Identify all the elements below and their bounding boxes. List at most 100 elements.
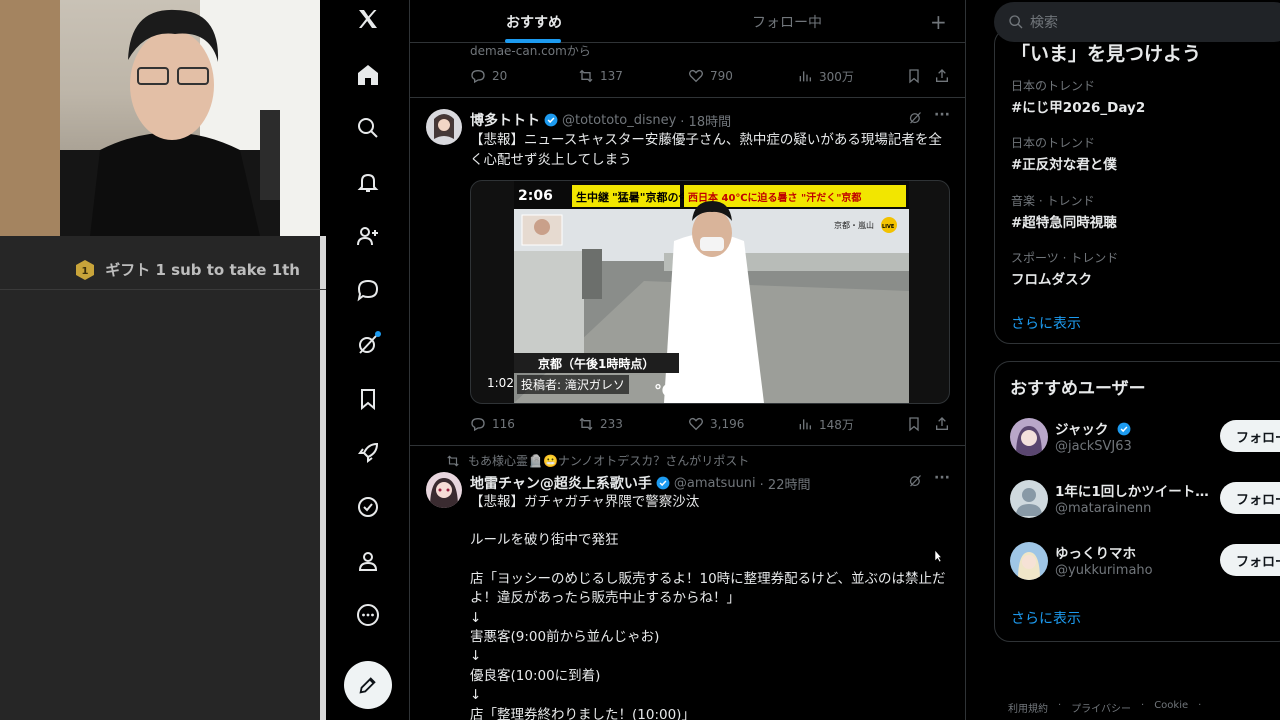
more-icon[interactable] — [355, 602, 381, 628]
more-options-icon[interactable]: ··· — [934, 107, 950, 123]
message-icon[interactable] — [355, 277, 381, 303]
default-avatar[interactable] — [1010, 480, 1048, 518]
post-divider — [410, 445, 965, 446]
svg-text:2:06: 2:06 — [518, 188, 553, 204]
trend-item[interactable]: 日本のトレンド #にじ甲2026_Day2 — [1011, 77, 1145, 116]
avatar[interactable] — [426, 109, 462, 145]
home-icon[interactable] — [355, 62, 381, 88]
add-user-icon[interactable] — [355, 223, 381, 249]
like-button[interactable]: 790 — [688, 68, 733, 84]
suggested-user[interactable]: ゆっくりマホ @yukkurimaho フォロー — [1010, 542, 1280, 582]
who-to-follow-panel: おすすめユーザー ジャック @jackSVJ63 フォロー 1年に1回しかツイー… — [994, 361, 1280, 642]
post-text: 【悲報】ガチャガチャ界隈で警察沙汰 ルールを破り街中で発狂 店「ヨッシーのめじる… — [470, 493, 954, 720]
follow-button[interactable]: フォロー — [1220, 420, 1280, 452]
tab-for-you[interactable]: おすすめ — [505, 0, 562, 43]
like-count: 3,196 — [710, 417, 745, 431]
who-to-follow-show-more[interactable]: さらに表示 — [1011, 608, 1081, 628]
tab-following[interactable]: フォロー中 — [752, 0, 822, 43]
trend-tag: #正反対な君と僕 — [1011, 157, 1117, 173]
link-source: demae-can.comから — [470, 44, 591, 58]
compose-button[interactable] — [344, 661, 392, 709]
rocket-icon[interactable] — [355, 440, 381, 466]
cookie-link[interactable]: Cookie — [1154, 700, 1188, 715]
post-text-line: ↓ — [470, 609, 482, 626]
video-frame: 2:06 生中継 "猛暑"京都の今 西日本 40℃に迫る暑さ "汗だく"京都 京… — [514, 181, 909, 403]
like-count: 790 — [710, 69, 733, 83]
views-icon — [799, 419, 811, 430]
terms-link[interactable]: 利用規約 — [1008, 700, 1048, 715]
share-button[interactable] — [934, 68, 956, 84]
author-handle[interactable]: @totototo_disney — [562, 113, 676, 128]
follow-button[interactable]: フォロー — [1220, 544, 1280, 576]
avatar[interactable] — [1010, 542, 1048, 580]
views-button[interactable]: 300万 — [797, 68, 854, 85]
search-icon[interactable] — [355, 115, 381, 141]
more-options-icon[interactable]: ··· — [934, 470, 950, 486]
trend-tag: #にじ甲2026_Day2 — [1011, 100, 1146, 116]
grok-explain-icon[interactable] — [908, 473, 923, 492]
bookmark-icon[interactable] — [355, 386, 381, 412]
gift-text: ギフト 1 sub to take 1th — [105, 261, 300, 279]
post-header: 博多トトト @totototo_disney · 18時間 — [470, 110, 731, 130]
avatar[interactable] — [426, 472, 462, 508]
trends-panel: 「いま」を見つけよう 日本のトレンド #にじ甲2026_Day2 日本のトレンド… — [994, 28, 1280, 344]
search-icon — [1009, 15, 1023, 29]
author-name[interactable]: 地雷チャン@超炎上系歌い手 — [470, 473, 652, 493]
view-count: 300万 — [819, 69, 854, 84]
trends-show-more[interactable]: さらに表示 — [1011, 313, 1081, 333]
svg-text:"猛暑"京都の今: "猛暑"京都の今 — [612, 190, 690, 204]
like-button[interactable]: 3,196 — [688, 416, 744, 432]
repost-count: 233 — [600, 417, 623, 431]
views-button[interactable]: 148万 — [797, 416, 854, 433]
author-name[interactable]: 博多トトト — [470, 110, 540, 130]
profile-icon[interactable] — [355, 548, 381, 574]
grok-icon[interactable] — [355, 331, 381, 357]
bookmark-button[interactable] — [906, 68, 928, 84]
video-duration: 1:02 — [487, 376, 514, 390]
gift-banner: 1 ギフト 1 sub to take 1th — [0, 250, 326, 290]
post-time[interactable]: · 18時間 — [680, 111, 731, 130]
compose-icon — [359, 677, 376, 694]
trend-item[interactable]: 音楽 · トレンド #超特急同時視聴 — [1011, 192, 1117, 231]
reply-button[interactable]: 20 — [470, 68, 507, 84]
search-input[interactable]: 検索 — [994, 2, 1280, 42]
post-text-line: 害悪客(9:00前から並んじゃお) — [470, 629, 660, 646]
reply-button[interactable]: 116 — [470, 416, 515, 432]
repost-by-text[interactable]: もあ様心霊🪦😬ナンノオトデスカ？さんがリポスト — [468, 452, 749, 469]
video-player[interactable]: 2:06 生中継 "猛暑"京都の今 西日本 40℃に迫る暑さ "汗だく"京都 京… — [470, 180, 950, 404]
trends-title: 「いま」を見つけよう — [1011, 43, 1202, 65]
suggested-user[interactable]: 1年に1回しかツイート… @matarainenn フォロー — [1010, 480, 1280, 520]
streamer-figure — [60, 9, 280, 236]
trend-category: 日本のトレンド — [1011, 79, 1096, 93]
grok-explain-icon[interactable] — [908, 110, 923, 129]
views-icon — [799, 71, 811, 82]
active-tab-underline — [505, 39, 561, 43]
post-text-line: 【悲報】ガチャガチャ界隈で警察沙汰 — [470, 494, 700, 510]
trend-tag: #超特急同時視聴 — [1011, 215, 1117, 231]
bookmark-button[interactable] — [906, 416, 928, 432]
primary-nav — [326, 0, 410, 720]
trend-item[interactable]: スポーツ · トレンド フロムダスク — [1011, 249, 1118, 288]
verified-icon[interactable] — [355, 494, 381, 520]
suggested-user[interactable]: ジャック @jackSVJ63 フォロー — [1010, 418, 1280, 458]
x-logo-icon[interactable] — [355, 6, 381, 32]
privacy-link[interactable]: プライバシー — [1071, 700, 1131, 715]
repost-icon — [579, 417, 593, 431]
add-tab-label: + — [930, 9, 947, 34]
repost-button[interactable]: 137 — [578, 68, 623, 84]
verified-badge-icon — [1117, 422, 1131, 436]
add-tab-button[interactable]: + — [930, 0, 947, 43]
bell-icon[interactable] — [355, 169, 381, 195]
follow-button[interactable]: フォロー — [1220, 482, 1280, 514]
reply-count: 20 — [492, 69, 508, 83]
repost-button[interactable]: 233 — [578, 416, 623, 432]
post-time[interactable]: · 22時間 — [760, 474, 811, 493]
heart-icon — [689, 417, 703, 431]
share-button[interactable] — [934, 416, 956, 432]
avatar[interactable] — [1010, 418, 1048, 456]
right-sidebar: 「いま」を見つけよう 日本のトレンド #にじ甲2026_Day2 日本のトレンド… — [994, 0, 1280, 720]
svg-text:生中継: 生中継 — [576, 190, 609, 204]
trend-item[interactable]: 日本のトレンド #正反対な君と僕 — [1011, 134, 1117, 173]
gift-badge-icon: 1 — [76, 259, 95, 280]
author-handle[interactable]: @amatsuuni — [674, 476, 756, 491]
